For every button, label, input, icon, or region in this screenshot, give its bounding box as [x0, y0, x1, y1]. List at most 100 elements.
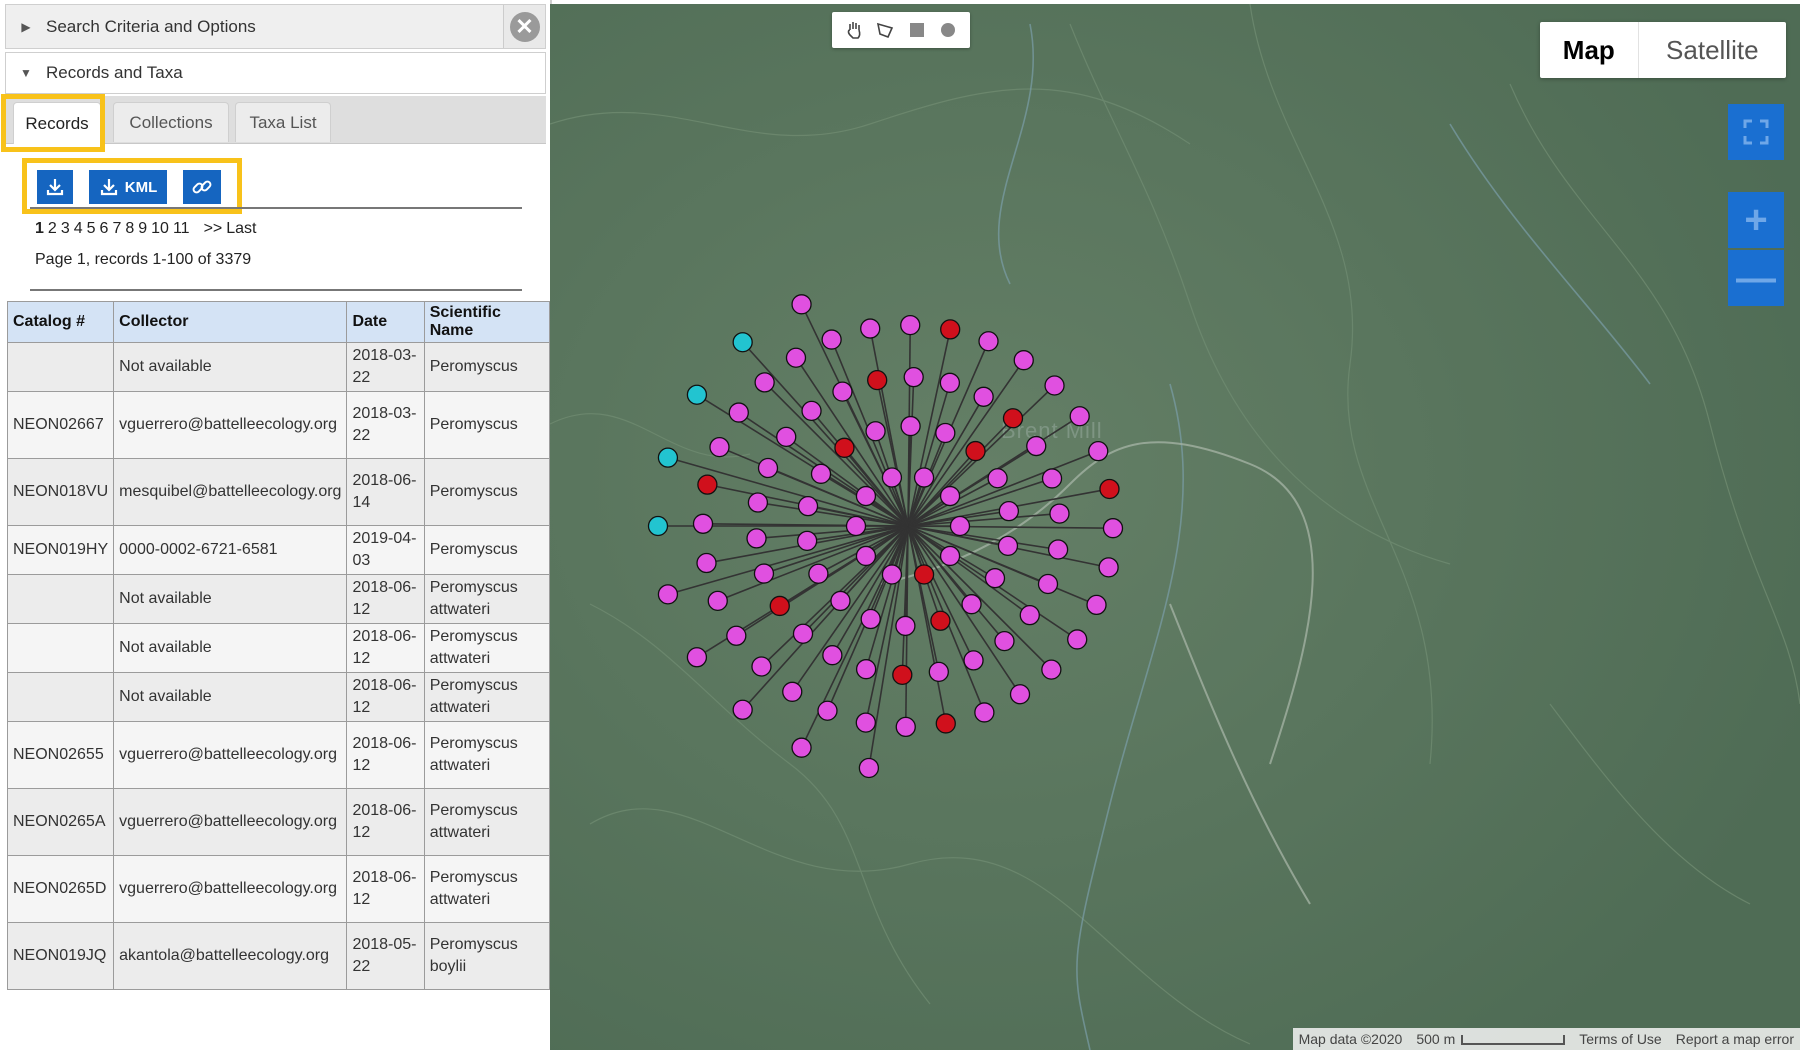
report-error-link[interactable]: Report a map error: [1676, 1031, 1794, 1047]
record-marker[interactable]: [728, 402, 749, 423]
next-page-link[interactable]: >>: [204, 220, 223, 237]
record-marker[interactable]: [822, 645, 843, 666]
record-marker[interactable]: [895, 615, 916, 637]
map-type-satellite-button[interactable]: Satellite: [1637, 22, 1786, 78]
page-link[interactable]: 1: [35, 220, 44, 237]
record-marker[interactable]: [1037, 573, 1059, 595]
record-marker[interactable]: [930, 610, 951, 631]
record-marker[interactable]: [865, 421, 886, 442]
map-type-map-button[interactable]: Map: [1540, 22, 1638, 78]
page-link[interactable]: 5: [87, 220, 96, 237]
record-marker[interactable]: [978, 331, 999, 352]
record-marker[interactable]: [657, 447, 679, 468]
record-marker[interactable]: [747, 492, 769, 513]
page-link[interactable]: 7: [112, 220, 121, 237]
record-marker[interactable]: [973, 386, 994, 407]
records-taxa-header[interactable]: ▼ Records and Taxa: [5, 52, 546, 94]
record-marker[interactable]: [984, 568, 1006, 589]
page-link[interactable]: 9: [138, 220, 147, 237]
record-marker[interactable]: [751, 656, 772, 677]
record-marker[interactable]: [939, 485, 961, 507]
record-marker[interactable]: [754, 372, 775, 393]
record-marker[interactable]: [657, 584, 679, 605]
record-marker[interactable]: [769, 595, 790, 617]
record-marker[interactable]: [817, 700, 838, 721]
record-marker[interactable]: [867, 369, 888, 391]
record-marker[interactable]: [753, 563, 775, 584]
record-marker[interactable]: [855, 712, 876, 733]
link-button[interactable]: [183, 170, 221, 204]
record-marker[interactable]: [1009, 684, 1031, 705]
record-marker[interactable]: [1099, 478, 1120, 500]
record-marker[interactable]: [881, 564, 903, 585]
record-marker[interactable]: [707, 590, 728, 611]
record-marker[interactable]: [858, 757, 880, 779]
record-marker[interactable]: [692, 513, 714, 534]
record-marker[interactable]: [1088, 441, 1109, 462]
column-header-date[interactable]: Date: [346, 301, 425, 343]
fullscreen-button[interactable]: [1728, 104, 1784, 160]
record-marker[interactable]: [1098, 557, 1119, 578]
record-marker[interactable]: [696, 552, 717, 574]
column-header-scientific-name[interactable]: Scientific Name: [423, 301, 550, 343]
record-marker[interactable]: [796, 530, 818, 551]
record-marker[interactable]: [987, 468, 1008, 489]
column-header-catalog[interactable]: Catalog #: [6, 301, 115, 343]
record-marker[interactable]: [903, 366, 924, 388]
record-marker[interactable]: [1026, 435, 1047, 457]
page-link[interactable]: 11: [173, 220, 190, 237]
record-marker[interactable]: [961, 594, 982, 615]
table-row[interactable]: NEON019HY 0000-0002-6721-6581 2019-04-03 Pe…: [6, 525, 550, 575]
record-marker[interactable]: [791, 737, 812, 758]
polygon-icon[interactable]: [873, 18, 897, 42]
page-link[interactable]: 3: [61, 220, 70, 237]
zoom-out-button[interactable]: —: [1728, 250, 1784, 306]
record-marker[interactable]: [801, 400, 822, 422]
column-header-collector[interactable]: Collector: [113, 301, 348, 343]
record-marker[interactable]: [776, 426, 797, 447]
page-link[interactable]: 4: [74, 220, 83, 237]
record-marker[interactable]: [900, 415, 921, 437]
table-row[interactable]: NEON0265D vguerrero@battelleecology.org 20…: [6, 855, 550, 923]
record-marker[interactable]: [1019, 605, 1040, 626]
table-row[interactable]: Not available 2018-06-12 Peromyscus attwat…: [6, 623, 550, 673]
page-link[interactable]: 6: [100, 220, 109, 237]
download-button[interactable]: [37, 170, 73, 204]
record-marker[interactable]: [881, 467, 903, 488]
record-marker[interactable]: [935, 713, 956, 734]
record-marker[interactable]: [746, 528, 767, 549]
record-marker[interactable]: [892, 664, 913, 686]
table-row[interactable]: Not available 2018-06-12 Peromyscus attwat…: [6, 672, 550, 722]
record-marker[interactable]: [935, 422, 956, 444]
record-marker[interactable]: [913, 467, 935, 488]
record-marker[interactable]: [782, 681, 803, 702]
record-marker[interactable]: [757, 457, 779, 479]
page-link[interactable]: 10: [151, 220, 169, 237]
record-marker[interactable]: [1067, 629, 1088, 650]
table-row[interactable]: Not available 2018-06-12 Peromyscus attwat…: [6, 574, 550, 624]
record-marker[interactable]: [965, 440, 986, 462]
tab-records[interactable]: Records: [13, 102, 101, 144]
record-marker[interactable]: [1069, 406, 1090, 427]
record-marker[interactable]: [963, 650, 984, 671]
record-marker[interactable]: [860, 608, 881, 630]
map-canvas[interactable]: Brent Mill Map Satellite + — Map data ©2…: [550, 4, 1800, 1050]
record-marker[interactable]: [1041, 468, 1063, 489]
close-button[interactable]: ✕: [503, 5, 545, 48]
record-marker[interactable]: [913, 564, 935, 585]
record-marker[interactable]: [900, 314, 921, 336]
record-marker[interactable]: [855, 485, 877, 507]
record-marker[interactable]: [791, 294, 812, 315]
record-marker[interactable]: [1044, 375, 1065, 396]
record-marker[interactable]: [940, 319, 961, 340]
record-marker[interactable]: [1013, 350, 1034, 371]
terms-link[interactable]: Terms of Use: [1579, 1031, 1661, 1047]
record-marker[interactable]: [697, 474, 718, 495]
record-marker[interactable]: [726, 625, 747, 646]
circle-icon[interactable]: [936, 18, 960, 42]
rectangle-icon[interactable]: [905, 18, 929, 42]
record-marker[interactable]: [855, 659, 877, 680]
record-marker[interactable]: [949, 515, 971, 537]
record-marker[interactable]: [732, 332, 753, 353]
tab-collections[interactable]: Collections: [113, 102, 229, 142]
